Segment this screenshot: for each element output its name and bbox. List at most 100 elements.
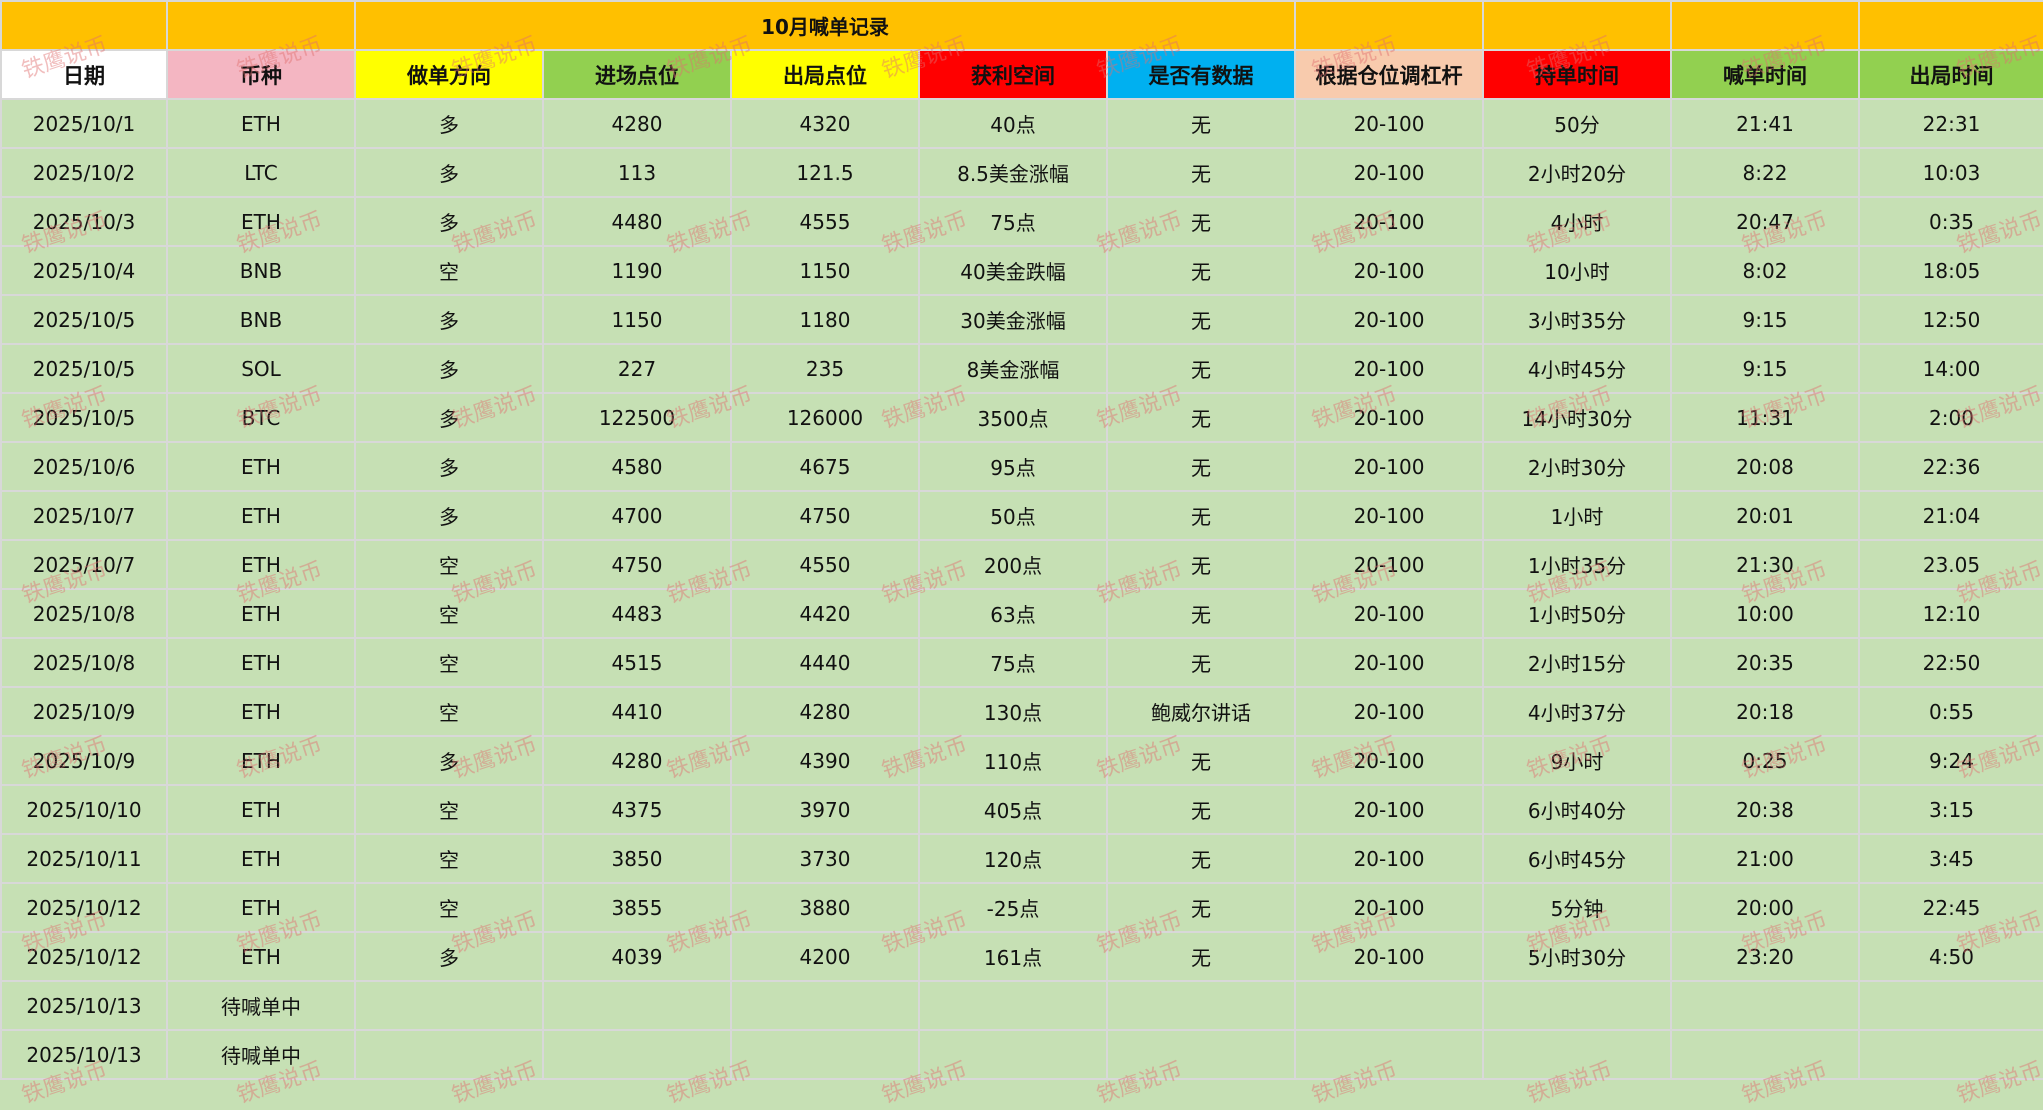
coin-cell[interactable]: LTC [166, 147, 356, 198]
coin-cell[interactable]: ETH [166, 539, 356, 590]
direction-cell[interactable]: 空 [354, 686, 544, 737]
call-time-cell[interactable]: 20:08 [1670, 441, 1860, 492]
date-cell[interactable]: 2025/10/6 [0, 441, 168, 492]
direction-cell[interactable]: 多 [354, 735, 544, 786]
call-time-cell[interactable]: 20:35 [1670, 637, 1860, 688]
column-header[interactable]: 喊单时间 [1670, 49, 1860, 100]
exit-time-cell[interactable]: 0:55 [1858, 686, 2043, 737]
direction-cell[interactable]: 多 [354, 490, 544, 541]
call-time-cell[interactable]: 21:30 [1670, 539, 1860, 590]
coin-cell[interactable]: ETH [166, 637, 356, 688]
data-cell[interactable] [1106, 980, 1296, 1031]
hold-time-cell[interactable] [1482, 980, 1672, 1031]
date-cell[interactable]: 2025/10/5 [0, 294, 168, 345]
exit-time-cell[interactable]: 2:00 [1858, 392, 2043, 443]
direction-cell[interactable]: 多 [354, 196, 544, 247]
call-time-cell[interactable]: 0:25 [1670, 735, 1860, 786]
hold-time-cell[interactable]: 4小时37分 [1482, 686, 1672, 737]
leverage-cell[interactable]: 20-100 [1294, 98, 1484, 149]
direction-cell[interactable]: 多 [354, 441, 544, 492]
hold-time-cell[interactable]: 1小时35分 [1482, 539, 1672, 590]
data-cell[interactable]: 无 [1106, 539, 1296, 590]
leverage-cell[interactable]: 20-100 [1294, 637, 1484, 688]
hold-time-cell[interactable]: 5小时30分 [1482, 931, 1672, 982]
hold-time-cell[interactable]: 14小时30分 [1482, 392, 1672, 443]
coin-cell[interactable]: ETH [166, 931, 356, 982]
entry-cell[interactable]: 4483 [542, 588, 732, 639]
leverage-cell[interactable]: 20-100 [1294, 343, 1484, 394]
entry-cell[interactable]: 4480 [542, 196, 732, 247]
cell[interactable] [1294, 0, 1484, 51]
leverage-cell[interactable]: 20-100 [1294, 833, 1484, 884]
leverage-cell[interactable]: 20-100 [1294, 588, 1484, 639]
exit-time-cell[interactable]: 22:45 [1858, 882, 2043, 933]
direction-cell[interactable]: 空 [354, 882, 544, 933]
entry-cell[interactable]: 3855 [542, 882, 732, 933]
exit-time-cell[interactable]: 18:05 [1858, 245, 2043, 296]
data-cell[interactable]: 无 [1106, 343, 1296, 394]
direction-cell[interactable]: 多 [354, 147, 544, 198]
entry-cell[interactable]: 4700 [542, 490, 732, 541]
profit-cell[interactable]: 8美金涨幅 [918, 343, 1108, 394]
profit-cell[interactable]: 161点 [918, 931, 1108, 982]
column-header[interactable]: 进场点位 [542, 49, 732, 100]
profit-cell[interactable]: 405点 [918, 784, 1108, 835]
entry-cell[interactable]: 4515 [542, 637, 732, 688]
hold-time-cell[interactable]: 9小时 [1482, 735, 1672, 786]
exit-time-cell[interactable]: 9:24 [1858, 735, 2043, 786]
leverage-cell[interactable]: 20-100 [1294, 196, 1484, 247]
sheet-title[interactable]: 10月喊单记录 [354, 0, 1296, 51]
exit-cell[interactable]: 1180 [730, 294, 920, 345]
hold-time-cell[interactable]: 4小时45分 [1482, 343, 1672, 394]
exit-cell[interactable]: 4550 [730, 539, 920, 590]
leverage-cell[interactable]: 20-100 [1294, 784, 1484, 835]
leverage-cell[interactable]: 20-100 [1294, 441, 1484, 492]
entry-cell[interactable]: 227 [542, 343, 732, 394]
leverage-cell[interactable]: 20-100 [1294, 147, 1484, 198]
call-time-cell[interactable]: 20:18 [1670, 686, 1860, 737]
exit-cell[interactable]: 3880 [730, 882, 920, 933]
profit-cell[interactable]: 40点 [918, 98, 1108, 149]
data-cell[interactable]: 无 [1106, 441, 1296, 492]
hold-time-cell[interactable] [1482, 1029, 1672, 1080]
data-cell[interactable]: 鲍威尔讲话 [1106, 686, 1296, 737]
entry-cell[interactable]: 113 [542, 147, 732, 198]
column-header[interactable]: 获利空间 [918, 49, 1108, 100]
hold-time-cell[interactable]: 6小时40分 [1482, 784, 1672, 835]
leverage-cell[interactable]: 20-100 [1294, 490, 1484, 541]
profit-cell[interactable]: 3500点 [918, 392, 1108, 443]
hold-time-cell[interactable]: 2小时20分 [1482, 147, 1672, 198]
coin-cell[interactable]: BNB [166, 245, 356, 296]
data-cell[interactable]: 无 [1106, 588, 1296, 639]
date-cell[interactable]: 2025/10/12 [0, 882, 168, 933]
hold-time-cell[interactable]: 4小时 [1482, 196, 1672, 247]
date-cell[interactable]: 2025/10/5 [0, 392, 168, 443]
direction-cell[interactable]: 多 [354, 98, 544, 149]
direction-cell[interactable]: 空 [354, 637, 544, 688]
call-time-cell[interactable]: 11:31 [1670, 392, 1860, 443]
exit-time-cell[interactable] [1858, 980, 2043, 1031]
column-header[interactable]: 日期 [0, 49, 168, 100]
date-cell[interactable]: 2025/10/5 [0, 343, 168, 394]
column-header[interactable]: 是否有数据 [1106, 49, 1296, 100]
profit-cell[interactable]: 75点 [918, 196, 1108, 247]
coin-cell[interactable]: BNB [166, 294, 356, 345]
date-cell[interactable]: 2025/10/2 [0, 147, 168, 198]
coin-cell[interactable]: ETH [166, 490, 356, 541]
exit-time-cell[interactable]: 12:10 [1858, 588, 2043, 639]
exit-time-cell[interactable]: 0:35 [1858, 196, 2043, 247]
hold-time-cell[interactable]: 2小时30分 [1482, 441, 1672, 492]
profit-cell[interactable]: 63点 [918, 588, 1108, 639]
hold-time-cell[interactable]: 1小时 [1482, 490, 1672, 541]
exit-cell[interactable]: 1150 [730, 245, 920, 296]
coin-cell[interactable]: ETH [166, 588, 356, 639]
leverage-cell[interactable]: 20-100 [1294, 735, 1484, 786]
call-time-cell[interactable]: 21:41 [1670, 98, 1860, 149]
date-cell[interactable]: 2025/10/9 [0, 735, 168, 786]
hold-time-cell[interactable]: 2小时15分 [1482, 637, 1672, 688]
leverage-cell[interactable]: 20-100 [1294, 931, 1484, 982]
entry-cell[interactable]: 1150 [542, 294, 732, 345]
direction-cell[interactable]: 空 [354, 539, 544, 590]
date-cell[interactable]: 2025/10/1 [0, 98, 168, 149]
date-cell[interactable]: 2025/10/13 [0, 980, 168, 1031]
